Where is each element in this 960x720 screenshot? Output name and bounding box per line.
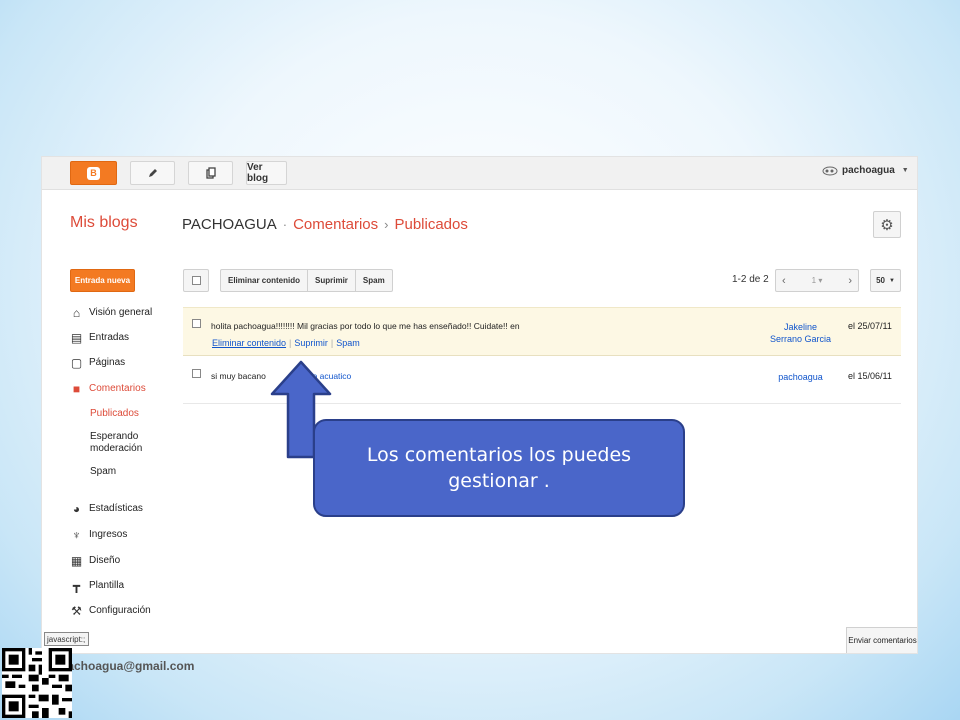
top-toolbar: B Ver blog pachoagua ▼ <box>42 157 917 190</box>
sidebar-item-label: Estadísticas <box>89 503 143 514</box>
caret-down-icon: ▼ <box>888 277 895 284</box>
avatar-icon <box>822 166 838 175</box>
result-range: 1-2 de 2 <box>732 274 769 285</box>
sidebar-item-earnings[interactable]: ♆ Ingresos <box>70 529 127 541</box>
per-page-select[interactable]: 50 ▼ <box>870 269 901 292</box>
contact-email: pachoagua@gmail.com <box>60 659 195 673</box>
comment-date: el 15/06/11 <box>848 371 892 381</box>
username: pachoagua <box>842 165 895 176</box>
row-actions: Eliminar contenido | Suprimir | Spam <box>212 338 360 348</box>
settings-button[interactable]: ⚙ <box>873 211 901 238</box>
sidebar-item-label: Comentarios <box>89 383 146 394</box>
my-blogs-link[interactable]: Mis blogs <box>70 214 138 232</box>
blog-name[interactable]: PACHOAGUA <box>182 216 277 233</box>
comment-icon: ■ <box>72 382 81 396</box>
sidebar-item-comments[interactable]: ■ Comentarios <box>70 383 146 395</box>
blogger-screenshot: B Ver blog pachoagua ▼ Mis blogs PACHOAG… <box>41 156 918 654</box>
home-icon: ⌂ <box>72 306 81 320</box>
page-select[interactable]: 1 ▾ <box>812 276 823 285</box>
spam-button[interactable]: Spam <box>356 270 392 291</box>
sidebar-item-stats[interactable]: ◕ Estadísticas <box>70 503 143 515</box>
sidebar-item-label: Entradas <box>89 332 130 343</box>
paint-roller-icon: ┳ <box>72 579 81 593</box>
sidebar-item-posts[interactable]: ▤ Entradas <box>70 332 129 344</box>
caret-down-icon: ▼ <box>901 167 909 174</box>
sidebar-item-label: Visión general <box>89 307 153 318</box>
sidebar-subitem-published[interactable]: Publicados <box>90 408 139 420</box>
documents-icon <box>205 167 216 179</box>
awaiting-line-1: Esperando <box>90 431 139 442</box>
row-delete-link[interactable]: Suprimir <box>294 338 328 348</box>
delete-button[interactable]: Suprimir <box>308 270 356 291</box>
user-menu[interactable]: pachoagua ▼ <box>822 165 909 176</box>
checkbox-icon <box>191 276 201 285</box>
comment-author[interactable]: pachoagua <box>753 371 848 383</box>
comment-date: el 25/07/11 <box>848 321 892 331</box>
pencil-icon <box>148 169 157 177</box>
row-checkbox[interactable] <box>192 319 201 328</box>
pie-chart-icon: ◕ <box>72 502 81 516</box>
page-number: 1 <box>811 276 817 285</box>
sidebar-item-layout[interactable]: ▦ Diseño <box>70 555 120 567</box>
qr-code-icon <box>2 648 72 718</box>
sidebar-item-label: Páginas <box>89 357 126 368</box>
separator-dot-icon: · <box>282 217 288 232</box>
sidebar-subitem-spam[interactable]: Spam <box>90 466 116 478</box>
pagination: ‹ 1 ▾ › <box>775 269 859 292</box>
sidebar-item-label: Plantilla <box>89 580 125 591</box>
author-line-1: Jakeline <box>783 322 818 332</box>
sidebar-item-overview[interactable]: ⌂ Visión general <box>70 307 152 319</box>
blogger-logo-icon: B <box>87 166 100 180</box>
sidebar-item-template[interactable]: ┳ Plantilla <box>70 580 124 592</box>
sidebar-item-label: Ingresos <box>89 529 128 540</box>
callout-box: Los comentarios los puedes gestionar . <box>313 419 685 517</box>
pages-icon: ▢ <box>70 356 83 370</box>
sidebar-item-label: Diseño <box>89 555 121 566</box>
chevron-right-icon: › <box>384 217 389 232</box>
layout-icon: ▦ <box>70 554 83 568</box>
comment-text-start: si muy bacano <box>211 371 266 381</box>
comment-row[interactable]: holita pachoagua!!!!!!!! Mil gracias por… <box>183 307 901 356</box>
awaiting-line-2: moderación <box>90 443 143 454</box>
per-page-value: 50 <box>876 276 885 285</box>
breadcrumb-comments[interactable]: Comentarios <box>293 216 378 233</box>
new-post-button[interactable]: Entrada nueva <box>70 269 135 292</box>
sidebar-item-settings[interactable]: ⚒ Configuración <box>70 605 151 617</box>
sidebar-subitem-awaiting[interactable]: Esperando moderación <box>90 431 142 455</box>
trophy-icon: ♆ <box>72 528 81 542</box>
comment-actions: Eliminar contenido Suprimir Spam <box>220 269 393 292</box>
row-remove-link[interactable]: Eliminar contenido <box>212 338 286 348</box>
row-spam-link[interactable]: Spam <box>336 338 360 348</box>
sidebar-item-pages[interactable]: ▢ Páginas <box>70 357 125 369</box>
divider: | <box>330 338 334 348</box>
posts-icon: ▤ <box>70 331 83 345</box>
posts-list-button[interactable] <box>188 161 233 185</box>
breadcrumb: PACHOAGUA · Comentarios › Publicados <box>182 216 468 233</box>
select-all-checkbox[interactable] <box>183 269 209 292</box>
comment-author[interactable]: Jakeline Serrano Garcia <box>753 321 848 345</box>
comment-text: holita pachoagua!!!!!!!! Mil gracias por… <box>211 321 520 331</box>
view-blog-button[interactable]: Ver blog <box>246 161 287 185</box>
callout-text: Los comentarios los puedes gestionar . <box>366 444 632 492</box>
divider: | <box>289 338 292 348</box>
sidebar-item-label: Configuración <box>89 605 151 616</box>
status-bar-tooltip: javascript:; <box>44 632 89 646</box>
row-checkbox[interactable] <box>192 369 201 378</box>
remove-content-button[interactable]: Eliminar contenido <box>221 270 309 291</box>
chevron-left-icon[interactable]: ‹ <box>782 275 786 287</box>
blogger-logo-button[interactable]: B <box>70 161 117 185</box>
author-line-2: Serrano Garcia <box>769 334 832 344</box>
edit-post-button[interactable] <box>130 161 175 185</box>
send-feedback-button[interactable]: Enviar comentarios <box>846 627 917 653</box>
chevron-right-icon[interactable]: › <box>848 275 852 287</box>
breadcrumb-published[interactable]: Publicados <box>394 216 467 233</box>
gear-icon: ⚙ <box>880 216 894 234</box>
wrench-icon: ⚒ <box>71 604 82 618</box>
